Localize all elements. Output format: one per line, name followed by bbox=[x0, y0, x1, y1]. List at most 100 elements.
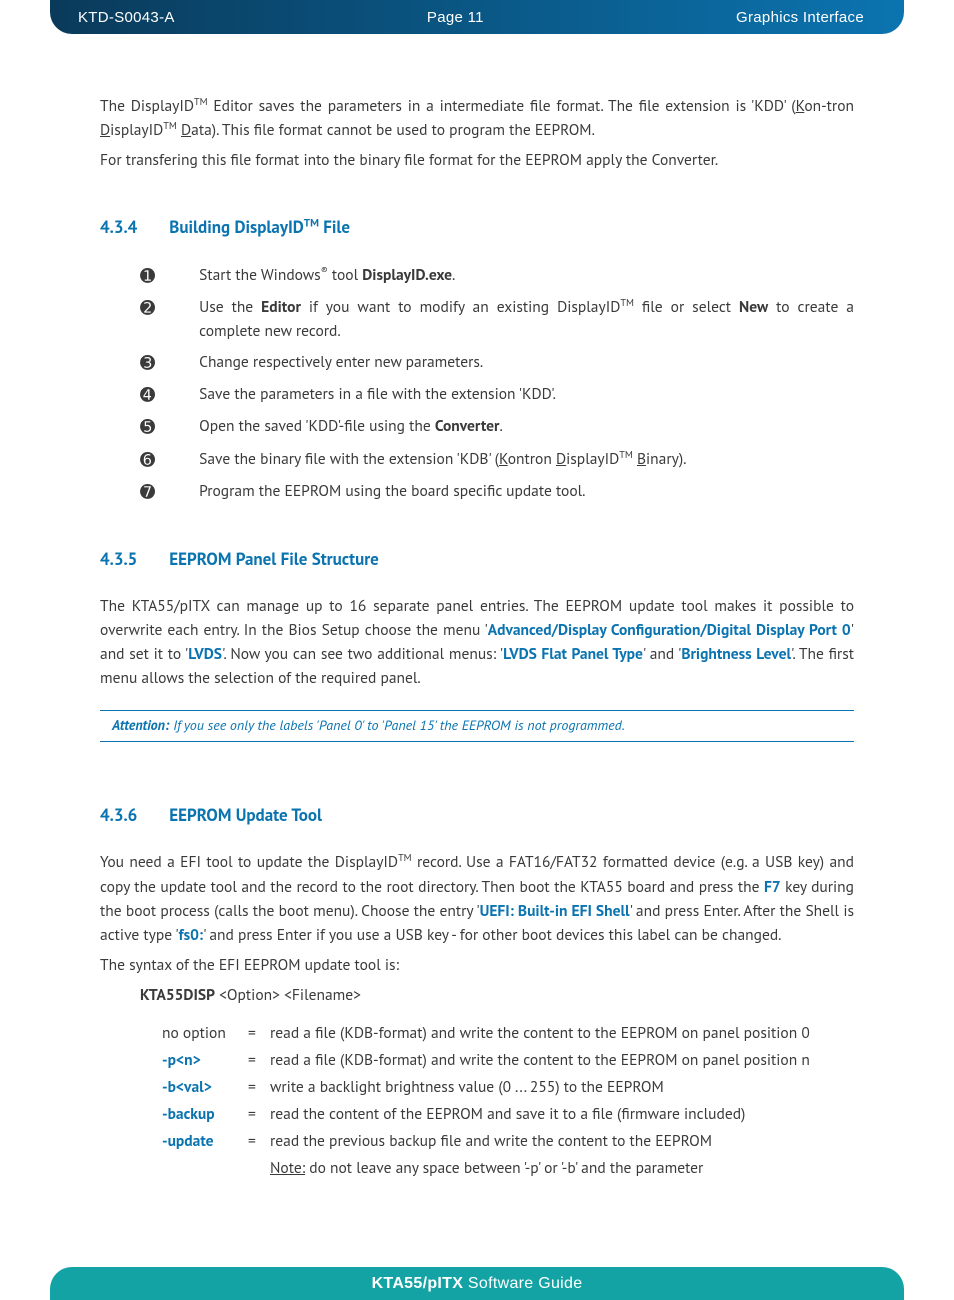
step-item: ➏ Save the binary file with the extensio… bbox=[140, 447, 854, 472]
sec436-paragraph-2: The syntax of the EFI EEPROM update tool… bbox=[100, 953, 854, 977]
step-item: ➋ Use the Editor if you want to modify a… bbox=[140, 295, 854, 343]
text: tool bbox=[328, 265, 363, 285]
equals: = bbox=[248, 1021, 270, 1045]
text: on-tron bbox=[804, 96, 854, 116]
page-content: The DisplayIDTM Editor saves the paramet… bbox=[0, 34, 954, 1300]
highlight-panel-type: LVDS Flat Panel Type bbox=[503, 644, 643, 664]
trademark-sup: TM bbox=[194, 95, 208, 108]
step-text: Change respectively enter new parameters… bbox=[199, 350, 854, 374]
section-heading-436: 4.3.6 EEPROM Update Tool bbox=[100, 802, 854, 828]
step-text: Open the saved 'KDD'-file using the Conv… bbox=[199, 414, 854, 438]
trademark-sup: TM bbox=[163, 119, 177, 132]
option-key: -b<val> bbox=[162, 1075, 248, 1099]
attention-box: Attention: If you see only the labels 'P… bbox=[100, 710, 854, 742]
text: if you want to modify an existing Displa… bbox=[301, 297, 620, 317]
section-heading-434: 4.3.4 Building DisplayIDTM File bbox=[100, 214, 854, 240]
option-key: -update bbox=[162, 1129, 248, 1153]
option-desc: read the content of the EEPROM and save … bbox=[270, 1102, 854, 1126]
highlight-lvds: LVDS bbox=[188, 644, 222, 664]
step-item: ➌ Change respectively enter new paramete… bbox=[140, 350, 854, 375]
section-title: Building DisplayIDTM File bbox=[169, 214, 350, 240]
step-number-icon: ➐ bbox=[140, 479, 155, 504]
text: Open the saved 'KDD'-file using the bbox=[199, 416, 435, 436]
equals: = bbox=[248, 1129, 270, 1153]
option-row: -b<val> = write a backlight brightness v… bbox=[162, 1075, 854, 1099]
text: inary). bbox=[646, 449, 686, 469]
command-name: KTA55DISP bbox=[140, 985, 215, 1005]
section-number: 4.3.5 bbox=[100, 546, 137, 572]
step-number-icon: ➋ bbox=[140, 295, 155, 320]
option-row: -update = read the previous backup file … bbox=[162, 1129, 854, 1153]
option-row: -p<n> = read a file (KDB-format) and wri… bbox=[162, 1048, 854, 1072]
note-text: do not leave any space between '-p' or '… bbox=[305, 1158, 703, 1178]
text: You need a EFI tool to update the Displa… bbox=[100, 853, 398, 873]
trademark-sup: TM bbox=[304, 217, 319, 231]
intro-paragraph-2: For transfering this file format into th… bbox=[100, 148, 854, 172]
text: Building DisplayID bbox=[169, 216, 304, 238]
page-number: Page 11 bbox=[427, 9, 484, 26]
equals: = bbox=[248, 1102, 270, 1126]
highlight-brightness: Brightness Level bbox=[681, 644, 791, 664]
footer-text: Software Guide bbox=[463, 1275, 582, 1292]
option-key: no option bbox=[162, 1021, 248, 1045]
underline-d2: D bbox=[181, 120, 191, 140]
option-key: -p<n> bbox=[162, 1048, 248, 1072]
bold-text: Editor bbox=[261, 297, 301, 317]
underline-d: D bbox=[556, 449, 566, 469]
highlight-fs0: fs0: bbox=[179, 925, 203, 945]
page: KTD-S0043-A Page 11 Graphics Interface T… bbox=[0, 0, 954, 1300]
option-desc: read a file (KDB-format) and write the c… bbox=[270, 1021, 854, 1045]
trademark-sup: TM bbox=[620, 296, 634, 309]
syntax-line: KTA55DISP <Option> <Filename> bbox=[140, 983, 854, 1007]
text: ' and ' bbox=[643, 644, 681, 664]
text: Save the binary file with the extension … bbox=[199, 449, 499, 469]
footer-bold: KTA55/pITX bbox=[372, 1275, 464, 1292]
text: . bbox=[452, 265, 455, 285]
step-item: ➎ Open the saved 'KDD'-file using the Co… bbox=[140, 414, 854, 439]
text: The DisplayID bbox=[100, 96, 194, 116]
highlight-menu-path: Advanced/Display Configuration/Digital D… bbox=[488, 620, 851, 640]
option-row: -backup = read the content of the EEPROM… bbox=[162, 1102, 854, 1126]
options-table: no option = read a file (KDB-format) and… bbox=[140, 1021, 854, 1180]
attention-label: Attention: bbox=[112, 716, 169, 734]
page-header: KTD-S0043-A Page 11 Graphics Interface bbox=[50, 0, 904, 34]
underline-k: K bbox=[499, 449, 508, 469]
section-title: EEPROM Update Tool bbox=[169, 802, 322, 828]
option-desc: write a backlight brightness value (0 ..… bbox=[270, 1075, 854, 1099]
bold-text: Converter bbox=[435, 416, 500, 436]
text: Start the Windows bbox=[199, 265, 321, 285]
step-number-icon: ➍ bbox=[140, 382, 155, 407]
bold-text: DisplayID.exe bbox=[362, 265, 452, 285]
step-item: ➍ Save the parameters in a file with the… bbox=[140, 382, 854, 407]
text: '. Now you can see two additional menus:… bbox=[222, 644, 503, 664]
section-number: 4.3.4 bbox=[100, 214, 137, 240]
step-text: Save the binary file with the extension … bbox=[199, 447, 854, 471]
underline-b: B bbox=[637, 449, 646, 469]
step-number-icon: ➏ bbox=[140, 447, 155, 472]
text: ontron bbox=[508, 449, 556, 469]
underline-d: D bbox=[100, 120, 110, 140]
option-desc: read a file (KDB-format) and write the c… bbox=[270, 1048, 854, 1072]
step-text: Program the EEPROM using the board speci… bbox=[199, 479, 854, 503]
text: isplayID bbox=[110, 120, 163, 140]
text: isplayID bbox=[566, 449, 619, 469]
doc-id: KTD-S0043-A bbox=[78, 9, 175, 26]
section-heading-435: 4.3.5 EEPROM Panel File Structure bbox=[100, 546, 854, 572]
trademark-sup: TM bbox=[398, 851, 412, 864]
option-row: no option = read a file (KDB-format) and… bbox=[162, 1021, 854, 1045]
text: Editor saves the parameters in a interme… bbox=[208, 96, 796, 116]
section-number: 4.3.6 bbox=[100, 802, 137, 828]
command-args: <Option> <Filename> bbox=[215, 985, 361, 1005]
text: File bbox=[319, 216, 350, 238]
text: ata). This file format cannot be used to… bbox=[191, 120, 595, 140]
steps-list: ➊ Start the Windows® tool DisplayID.exe.… bbox=[100, 263, 854, 504]
note-row: Note: do not leave any space between '-p… bbox=[162, 1156, 854, 1180]
text: Use the bbox=[199, 297, 261, 317]
text: file or select bbox=[634, 297, 739, 317]
option-desc: read the previous backup file and write … bbox=[270, 1129, 854, 1153]
highlight-f7: F7 bbox=[764, 877, 781, 897]
registered-sup: ® bbox=[321, 264, 328, 277]
underline-k: K bbox=[796, 96, 805, 116]
trademark-sup: TM bbox=[619, 448, 633, 461]
text: . bbox=[499, 416, 502, 436]
